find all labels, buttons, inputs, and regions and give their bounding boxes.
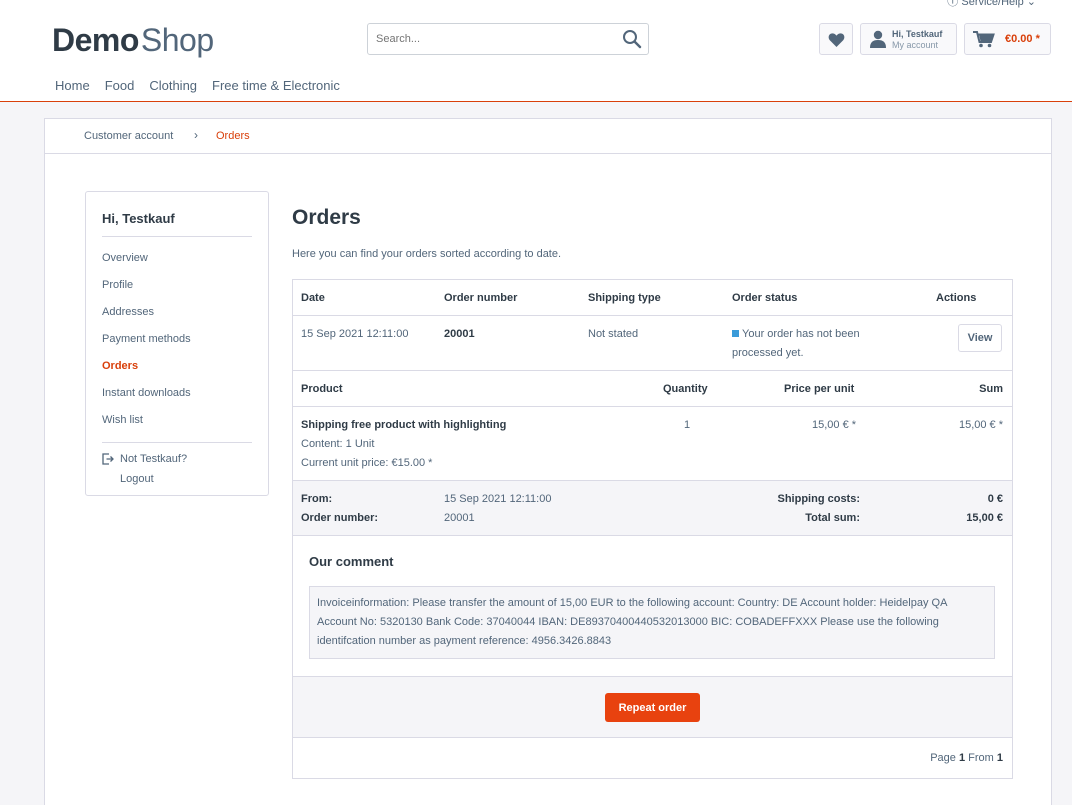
search-icon[interactable] [622,29,642,49]
divider [293,406,1012,407]
view-order-button[interactable]: View [958,324,1002,352]
service-help-label: Service/Help [961,0,1024,8]
pagination: Page 1 From 1 [930,752,1003,764]
not-user-text: Not Testkauf? [120,453,188,465]
comment-text: Invoiceinformation: Please transfer the … [309,586,995,659]
product-content: Content: 1 Unit [301,438,375,450]
order-date: 15 Sep 2021 12:11:00 [301,328,409,340]
logo[interactable]: DemoShop [52,22,214,59]
pagination-current: 1 [958,752,966,764]
column-header-product: Product [301,383,343,395]
order-status: Your order has not been [732,328,860,340]
sidebar-greeting: Hi, Testkauf [102,211,175,226]
nav-item-food[interactable]: Food [105,78,135,93]
sidebar-divider [102,442,252,443]
summary-shipping-label: Shipping costs: [777,493,861,505]
sidebar-item-profile[interactable]: Profile [102,279,133,291]
sidebar-item-orders[interactable]: Orders [102,360,138,372]
pagination-page-label: Page [930,752,956,764]
product-quantity: 1 [684,419,691,431]
order-box: Date Order number Shipping type Order st… [292,279,1013,779]
breadcrumb-orders[interactable]: Orders [216,130,250,142]
pagination-from-label: From [968,752,994,764]
column-header-actions: Actions [936,292,977,304]
page-intro: Here you can find your orders sorted acc… [292,248,562,260]
page-title: Orders [292,206,361,229]
divider [293,370,1012,371]
product-name[interactable]: Shipping free product with highlighting [301,419,506,431]
comment-title: Our comment [309,554,394,569]
sidebar-item-payment-methods[interactable]: Payment methods [102,333,191,345]
status-text-line2: processed yet. [732,347,804,359]
account-label: My account [892,40,939,50]
summary-total-label: Total sum: [805,512,860,524]
column-header-price-per-unit: Price per unit [784,383,855,395]
column-header-order-status: Order status [732,292,798,304]
sidebar-item-wish-list[interactable]: Wish list [102,414,143,426]
search-box [367,23,649,55]
heart-icon [828,33,845,47]
breadcrumb-customer-account[interactable]: Customer account [84,130,173,142]
sidebar-item-overview[interactable]: Overview [102,252,148,264]
logo-demo-text: Demo [52,22,139,58]
pagination-total: 1 [996,752,1003,764]
column-header-quantity: Quantity [663,383,708,395]
repeat-order-area: Repeat order [293,676,1012,738]
column-header-order-number: Order number [444,292,518,304]
summary-order-value: 20001 [444,512,475,524]
divider [293,315,1012,316]
order-number: 20001 [444,328,475,340]
logout-icon [102,453,114,468]
product-sum: 15,00 € * [958,419,1003,431]
chevron-down-icon: ⌄ [1026,0,1036,8]
product-price: 15,00 € * [812,419,857,431]
cart-button[interactable]: €0.00 * [964,23,1051,55]
order-summary: From: 15 Sep 2021 12:11:00 Order number:… [293,480,1012,536]
summary-order-label: Order number: [301,512,379,524]
account-greeting: Hi, Testkauf [892,29,943,39]
account-sidebar: Hi, Testkauf Overview Profile Addresses … [85,191,269,496]
product-unit-price: Current unit price: €15.00 * [301,457,433,469]
cart-icon [973,31,995,48]
breadcrumb: Customer account › Orders [45,119,1051,154]
shipping-type: Not stated [588,328,639,340]
account-button[interactable]: Hi, Testkauf My account [860,23,957,55]
nav-item-free-time-electronic[interactable]: Free time & Electronic [212,78,340,93]
summary-shipping-value: 0 € [987,493,1003,505]
column-header-sum: Sum [979,383,1003,395]
repeat-order-button[interactable]: Repeat order [605,693,700,722]
nav-item-clothing[interactable]: Clothing [149,78,197,93]
info-icon: ⓘ [947,0,959,8]
user-icon [870,30,886,48]
service-help-link[interactable]: ⓘ Service/Help ⌄ [947,0,1036,9]
main-nav: Home Food Clothing Free time & Electroni… [55,78,340,93]
sidebar-divider [102,236,252,237]
summary-from-label: From: [301,493,333,505]
column-header-shipping-type: Shipping type [588,292,661,304]
nav-item-home[interactable]: Home [55,78,90,93]
content-panel: Customer account › Orders Hi, Testkauf O… [44,118,1052,805]
summary-total-value: 15,00 € [966,512,1003,524]
status-indicator-icon [732,330,739,337]
logout-link[interactable]: Logout [120,473,154,485]
status-text-line1: Your order has not been [742,328,860,340]
wishlist-button[interactable] [819,23,853,55]
cart-amount: €0.00 * [1005,33,1040,45]
search-input[interactable] [368,24,608,54]
summary-from-value: 15 Sep 2021 12:11:00 [444,493,552,505]
sidebar-item-instant-downloads[interactable]: Instant downloads [102,387,191,399]
sidebar-item-addresses[interactable]: Addresses [102,306,154,318]
header: ⓘ Service/Help ⌄ DemoShop Hi, Testkauf M… [0,0,1072,102]
chevron-right-icon: › [194,128,198,142]
logo-shop-text: Shop [140,22,214,58]
column-header-date: Date [301,292,325,304]
